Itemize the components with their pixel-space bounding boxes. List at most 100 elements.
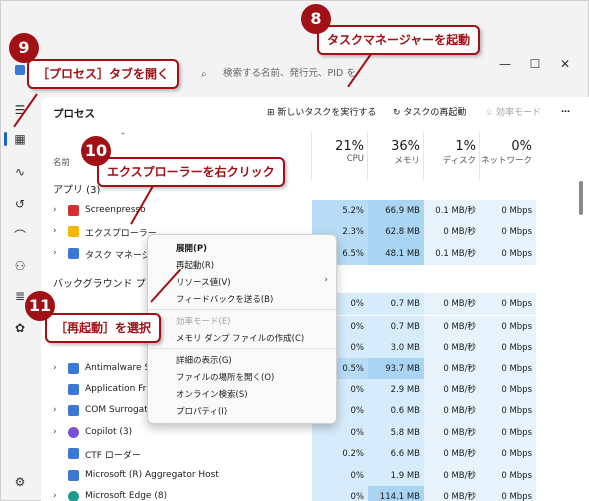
network-cell: 0 Mbps	[480, 293, 536, 315]
sidebar-item-app-history-icon[interactable]: ↺	[11, 195, 29, 213]
menu-item-resource-values[interactable]: リソース値(V)	[176, 276, 231, 288]
menu-item-restart[interactable]: 再起動(R)	[176, 259, 214, 271]
submenu-arrow-icon: ›	[324, 275, 328, 285]
callout-11: ［再起動］を選択	[45, 313, 162, 343]
aggregator-host-icon	[68, 470, 79, 481]
cpu-total: 21%	[335, 139, 364, 154]
search-input[interactable]: 検索する名前、発行元、PID を	[223, 65, 356, 79]
restart-task-label: タスクの再起動	[403, 108, 467, 118]
menu-item-send-feedback[interactable]: フィードバックを送る(B)	[176, 293, 273, 305]
table-row[interactable]: › Microsoft Edge (8) 0% 114.1 MB 0 MB/秒 …	[41, 486, 577, 501]
group-header-apps: アプリ (3)	[53, 185, 101, 196]
efficiency-mode-button[interactable]: ♧ 効率モード	[485, 105, 541, 118]
memory-cell: 2.9 MB	[368, 379, 424, 401]
network-total: 0%	[511, 139, 532, 154]
application-frame-icon	[68, 384, 79, 395]
vertical-scrollbar[interactable]	[579, 181, 583, 215]
disk-cell: 0 MB/秒	[424, 443, 480, 465]
efficiency-mode-label: 効率モード	[495, 108, 541, 118]
callout-10-text: エクスプローラーを右クリック	[107, 165, 275, 179]
column-header-name[interactable]: 名前	[53, 156, 70, 168]
disk-cell: 0 MB/秒	[424, 486, 480, 501]
expand-chevron-icon[interactable]: ›	[53, 363, 57, 373]
expand-chevron-icon[interactable]: ›	[53, 205, 57, 215]
menu-item-open-file-location[interactable]: ファイルの場所を開く(O)	[176, 371, 274, 383]
column-header-network[interactable]: 0% ネットワーク	[480, 139, 532, 166]
cpu-cell: 0%	[312, 422, 368, 444]
more-options-button[interactable]: …	[561, 105, 570, 115]
memory-cell: 66.9 MB	[368, 200, 424, 222]
table-row[interactable]: › Copilot (3) 0% 5.8 MB 0 MB/秒 0 Mbps	[41, 422, 577, 444]
network-cell: 0 Mbps	[480, 200, 536, 222]
column-header-disk[interactable]: 1% ディスク	[424, 139, 476, 166]
network-cell: 0 Mbps	[480, 422, 536, 444]
disk-cell: 0 MB/秒	[424, 422, 480, 444]
callout-11-text: ［再起動］を選択	[55, 321, 152, 335]
page-title: プロセス	[53, 108, 95, 120]
search-icon: ⌕	[201, 69, 207, 80]
expand-chevron-icon[interactable]: ›	[53, 248, 57, 258]
column-header-memory[interactable]: 36% メモリ	[368, 139, 420, 166]
menu-item-efficiency-mode[interactable]: 効率モード(E)	[176, 315, 231, 327]
sidebar-item-startup-apps-icon[interactable]: ⌒	[11, 227, 29, 245]
network-cell: 0 Mbps	[480, 358, 536, 380]
memory-cell: 0.6 MB	[368, 400, 424, 422]
column-header-cpu[interactable]: 21% CPU	[312, 139, 364, 164]
process-name: COM Surrogate	[85, 405, 154, 415]
memory-cell: 93.7 MB	[368, 358, 424, 380]
copilot-icon	[68, 427, 79, 438]
callout-9-number: 9	[9, 33, 39, 63]
memory-cell: 62.8 MB	[368, 221, 424, 243]
maximize-icon[interactable]: ☐	[525, 57, 545, 71]
edge-browser-icon	[68, 491, 79, 501]
task-manager-app-icon	[15, 65, 25, 75]
run-new-task-button[interactable]: ⊞ 新しいタスクを実行する	[267, 105, 376, 118]
callout-8-number: 8	[301, 4, 331, 34]
task-manager-icon	[68, 248, 79, 259]
memory-cell: 5.8 MB	[368, 422, 424, 444]
table-row[interactable]: Microsoft (R) Aggregator Host 0% 1.9 MB …	[41, 465, 577, 487]
sidebar-item-users-icon[interactable]: ⚇	[11, 257, 29, 275]
disk-cell: 0 MB/秒	[424, 316, 480, 338]
minimize-icon[interactable]: —	[495, 57, 515, 71]
sidebar-item-performance-icon[interactable]: ∿	[11, 163, 29, 181]
expand-chevron-icon[interactable]: ›	[53, 491, 57, 501]
menu-item-go-to-details[interactable]: 詳細の表示(G)	[176, 354, 232, 366]
cpu-cell: 0%	[312, 465, 368, 487]
disk-cell: 0 MB/秒	[424, 379, 480, 401]
close-icon[interactable]: ✕	[555, 57, 575, 71]
expand-chevron-icon[interactable]: ›	[53, 226, 57, 236]
disk-cell: 0 MB/秒	[424, 358, 480, 380]
network-cell: 0 Mbps	[480, 443, 536, 465]
disk-cell: 0 MB/秒	[424, 221, 480, 243]
memory-cell: 1.9 MB	[368, 465, 424, 487]
disk-cell: 0 MB/秒	[424, 400, 480, 422]
disk-total: 1%	[455, 139, 476, 154]
screenpresso-app-icon	[68, 205, 79, 216]
cpu-cell: 5.2%	[312, 200, 368, 222]
menu-item-properties[interactable]: プロパティ(I)	[176, 405, 227, 417]
sidebar-item-services-icon[interactable]: ✿	[11, 319, 29, 337]
menu-item-expand[interactable]: 展開(P)	[176, 242, 207, 254]
sidebar-item-processes-icon[interactable]: ▦	[11, 130, 29, 148]
group-header-background: バックグラウンド プロ	[53, 279, 156, 290]
expand-chevron-icon[interactable]: ›	[53, 405, 57, 415]
expand-chevron-icon[interactable]: ›	[53, 427, 57, 437]
context-menu: 展開(P) 再起動(R) リソース値(V) › フィードバックを送る(B) 効率…	[147, 234, 337, 424]
process-name: Microsoft Edge (8)	[85, 491, 168, 501]
run-new-task-label: 新しいタスクを実行する	[277, 108, 377, 118]
menu-item-search-online[interactable]: オンライン検索(S)	[176, 388, 248, 400]
network-cell: 0 Mbps	[480, 221, 536, 243]
memory-label: メモリ	[394, 156, 420, 166]
table-row[interactable]: CTF ローダー 0.2% 6.6 MB 0 MB/秒 0 Mbps	[41, 443, 577, 465]
restart-task-button[interactable]: ↻ タスクの再起動	[393, 105, 466, 118]
memory-cell: 0.7 MB	[368, 293, 424, 315]
memory-total: 36%	[391, 139, 420, 154]
menu-item-create-memory-dump[interactable]: メモリ ダンプ ファイルの作成(C)	[176, 332, 304, 344]
process-name: Microsoft (R) Aggregator Host	[85, 470, 219, 480]
table-row[interactable]: › Screenpresso 5.2% 66.9 MB 0.1 MB/秒 0 M…	[41, 200, 577, 222]
callout-9: ［プロセス］タブを開く	[27, 59, 180, 89]
settings-gear-icon[interactable]: ⚙	[11, 473, 29, 491]
memory-cell: 6.6 MB	[368, 443, 424, 465]
memory-cell: 114.1 MB	[368, 486, 424, 501]
